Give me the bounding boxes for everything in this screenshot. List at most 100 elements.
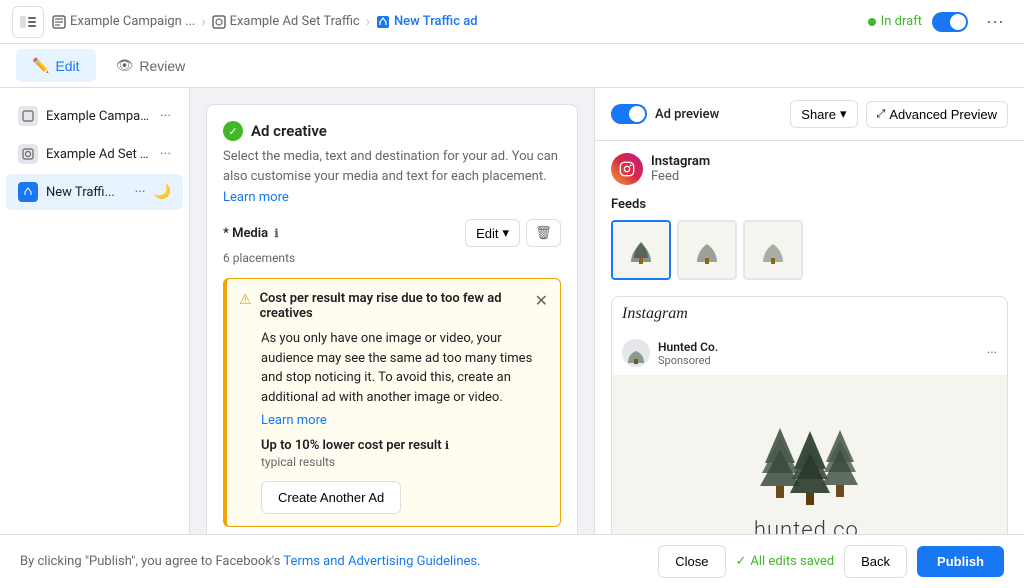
sidebar-more-icon-2[interactable]: ···	[135, 184, 146, 200]
check-icon: ✓	[223, 121, 243, 141]
adset-item-icon	[18, 144, 38, 164]
saved-indicator: ✓ All edits saved	[736, 554, 835, 569]
warning-body: As you only have one image or video, you…	[261, 329, 548, 407]
close-button[interactable]: Close	[658, 545, 725, 578]
media-info-icon: ℹ	[274, 227, 278, 240]
learn-more-link[interactable]: Learn more	[223, 190, 289, 205]
back-button[interactable]: Back	[844, 545, 907, 578]
bottom-bar: By clicking "Publish", you agree to Face…	[0, 534, 1024, 588]
terms-link[interactable]: Terms and Advertising Guidelines.	[283, 554, 480, 569]
media-edit-button[interactable]: Edit ▾	[465, 219, 520, 247]
thumb-3[interactable]	[743, 220, 803, 280]
preview-placement-header: Instagram Feed	[611, 153, 1008, 185]
edit-tab[interactable]: ✏️ Edit	[16, 49, 96, 82]
dropdown-arrow-icon: ▾	[503, 225, 510, 241]
placement-name: Instagram	[651, 154, 710, 169]
instagram-preview: Instagram Hunted Co. Sponsored	[611, 296, 1008, 534]
sidebar: Example Campaign ... ··· Example Ad Set …	[0, 88, 190, 534]
sidebar-toggle[interactable]	[12, 6, 44, 38]
thumb-1[interactable]	[611, 220, 671, 280]
breadcrumb-sep-1: ›	[201, 14, 205, 30]
instagram-icon	[611, 153, 643, 185]
campaign-icon	[52, 15, 66, 29]
placement-type: Feed	[651, 169, 710, 184]
breadcrumb-adset[interactable]: Example Ad Set Traffic	[212, 14, 360, 29]
adset-icon	[212, 15, 226, 29]
card-header: ✓ Ad creative	[223, 121, 561, 141]
warning-icon: ⚠	[239, 292, 252, 308]
bottom-bar-text: By clicking "Publish", you agree to Face…	[20, 554, 650, 569]
ad-icon	[376, 15, 390, 29]
warning-learn-more-link[interactable]: Learn more	[261, 413, 548, 428]
ad-creative-desc: Select the media, text and destination f…	[223, 147, 561, 186]
media-label: * Media ℹ	[223, 226, 279, 241]
sidebar-more-icon-1[interactable]: ···	[160, 146, 171, 162]
campaign-item-icon	[18, 106, 38, 126]
ig-header: Instagram	[612, 297, 1007, 331]
share-button[interactable]: Share ▾	[790, 100, 857, 128]
placements-count: 6 placements	[223, 251, 295, 265]
breadcrumb-ad[interactable]: New Traffic ad	[376, 14, 478, 29]
instagram-logo: Instagram	[622, 305, 688, 323]
feeds-section: Feeds	[611, 197, 1008, 280]
more-options-button[interactable]: ···	[978, 7, 1012, 36]
tree-container: hunted co. Sustainable Adventure Awaits	[697, 398, 922, 534]
ig-image: hunted co. Sustainable Adventure Awaits	[612, 375, 1007, 534]
media-header: * Media ℹ Edit ▾ 🗑	[223, 219, 561, 247]
ig-post-info: Hunted Co. Sponsored	[658, 340, 979, 367]
ad-creative-card: ✓ Ad creative Select the media, text and…	[206, 104, 578, 534]
status-badge: In draft	[868, 14, 922, 29]
review-tab[interactable]: 👁 Review	[100, 49, 202, 82]
sidebar-more-icon-0[interactable]: ···	[160, 108, 171, 124]
top-nav-right: In draft ···	[868, 7, 1012, 36]
preview-toggle: Ad preview	[611, 104, 719, 124]
info-icon: ℹ	[445, 439, 449, 452]
breadcrumb-campaign[interactable]: Example Campaign ...	[52, 14, 195, 29]
close-warning-button[interactable]: ✕	[535, 291, 548, 311]
draft-toggle[interactable]	[932, 12, 968, 32]
placement-thumbs	[611, 220, 1008, 280]
ad-creative-title: Ad creative	[251, 122, 327, 140]
placement-info: Instagram Feed	[651, 154, 710, 184]
main-content: Example Campaign ... ··· Example Ad Set …	[0, 88, 1024, 534]
cost-benefit: Up to 10% lower cost per result ℹ typica…	[261, 438, 548, 469]
trash-icon: 🗑	[535, 225, 552, 240]
sidebar-extra-icon: 🌙	[154, 184, 171, 200]
sidebar-item-ad[interactable]: New Traffi... ··· 🌙	[6, 174, 183, 210]
tree-svg	[750, 418, 870, 518]
preview-switch[interactable]	[611, 104, 647, 124]
feeds-section-title: Feeds	[611, 197, 1008, 212]
brand-name: hunted co.	[754, 518, 865, 534]
sidebar-item-campaign[interactable]: Example Campaign ... ···	[6, 98, 183, 134]
breadcrumb: Example Campaign ... › Example Ad Set Tr…	[52, 14, 860, 30]
status-dot	[868, 18, 876, 26]
ig-more-icon[interactable]: ···	[987, 346, 997, 361]
preview-header: Ad preview Share ▾ ⤢ Advanced Preview	[595, 88, 1024, 141]
preview-actions: Share ▾ ⤢ Advanced Preview	[790, 100, 1008, 128]
ig-username: Hunted Co.	[658, 340, 979, 354]
top-nav: Example Campaign ... › Example Ad Set Tr…	[0, 0, 1024, 44]
right-panel: Ad preview Share ▾ ⤢ Advanced Preview	[594, 88, 1024, 534]
sidebar-item-adset[interactable]: Example Ad Set Tr... ···	[6, 136, 183, 172]
media-delete-button[interactable]: 🗑	[526, 219, 561, 247]
warning-header: ⚠ Cost per result may rise due to too fe…	[239, 291, 548, 321]
media-actions: Edit ▾ 🗑	[465, 219, 561, 247]
ig-post-header: Hunted Co. Sponsored ···	[612, 331, 1007, 375]
share-chevron-icon: ▾	[840, 106, 847, 122]
preview-content: Instagram Feed Feeds	[595, 141, 1024, 534]
thumb-2[interactable]	[677, 220, 737, 280]
expand-icon: ⤢	[877, 108, 886, 121]
advanced-preview-button[interactable]: ⤢ Advanced Preview	[866, 101, 1008, 128]
media-section: * Media ℹ Edit ▾ 🗑	[223, 219, 561, 266]
checkmark-icon: ✓	[736, 554, 747, 569]
ig-sponsored: Sponsored	[658, 354, 979, 367]
warning-title: Cost per result may rise due to too few …	[260, 291, 527, 321]
publish-button[interactable]: Publish	[917, 546, 1004, 577]
breadcrumb-sep-2: ›	[366, 14, 370, 30]
ig-avatar	[622, 339, 650, 367]
create-another-ad-button[interactable]: Create Another Ad	[261, 481, 401, 514]
action-tabs: ✏️ Edit 👁 Review	[0, 44, 1024, 88]
typical-results: typical results	[261, 455, 548, 469]
preview-label: Ad preview	[655, 107, 719, 122]
left-panel: ✓ Ad creative Select the media, text and…	[190, 88, 594, 534]
